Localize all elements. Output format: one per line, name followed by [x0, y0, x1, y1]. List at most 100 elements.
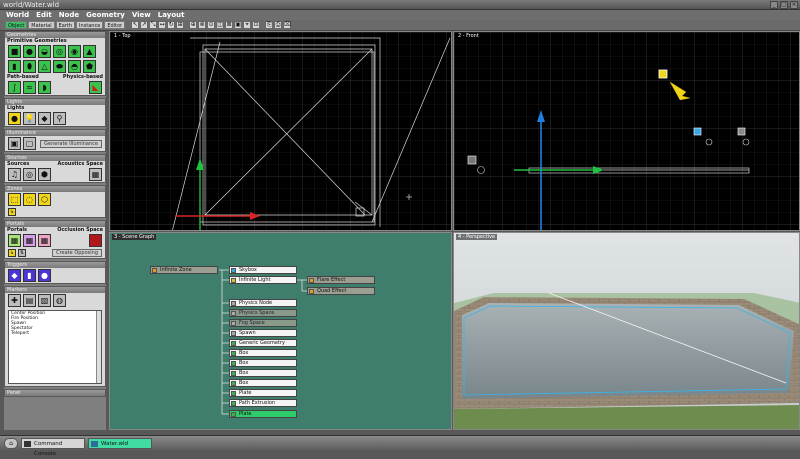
- menu-geometry[interactable]: Geometry: [86, 10, 125, 20]
- occlusion-space-icon[interactable]: [89, 234, 102, 247]
- cube-marker-icon[interactable]: ▧: [38, 294, 51, 307]
- ambient-source-icon[interactable]: ⬢: [38, 168, 51, 181]
- scene-node-root[interactable]: Infinite Zone: [150, 266, 218, 274]
- scene-node-spawn[interactable]: Spawn: [229, 329, 297, 337]
- top-viewport[interactable]: 1 - Top: [109, 31, 452, 231]
- scene-graph-viewport[interactable]: 3 - Scene Graph Infinite Zone Skybox Inf…: [109, 232, 452, 430]
- connection-marker-icon[interactable]: ▤: [23, 294, 36, 307]
- scene-node-physics-node[interactable]: Physics Node: [229, 299, 297, 307]
- scene-node-box[interactable]: Box: [229, 379, 297, 387]
- snap-icon[interactable]: ⊕: [189, 21, 198, 29]
- sphere-geometry-icon[interactable]: ●: [23, 45, 36, 58]
- box-icon[interactable]: ⊠: [225, 21, 234, 29]
- locator-marker-icon[interactable]: ✚: [8, 294, 21, 307]
- fill-icon[interactable]: ▣: [234, 21, 243, 29]
- spot-light-icon[interactable]: ⚲: [53, 112, 66, 125]
- polygon-zone-icon[interactable]: ⬡: [38, 193, 51, 206]
- path-sweep-icon[interactable]: ≈: [23, 81, 36, 94]
- tab-editor[interactable]: Editor: [104, 21, 126, 29]
- scene-node-path-extrusion[interactable]: Path Extrusion: [229, 399, 297, 407]
- maximize-icon[interactable]: □: [780, 1, 788, 9]
- cube-probe-icon[interactable]: ▣: [8, 137, 21, 150]
- remote-portal-icon[interactable]: ▦: [23, 234, 36, 247]
- tab-earth[interactable]: Earth: [55, 21, 76, 29]
- menu-node[interactable]: Node: [59, 10, 79, 20]
- portal-connect-icon[interactable]: ↳: [8, 249, 16, 257]
- generate-illuminance-button[interactable]: Generate Illuminance: [40, 139, 102, 148]
- menu-world[interactable]: World: [6, 10, 29, 20]
- minimize-icon[interactable]: _: [770, 1, 778, 9]
- move-tool-icon[interactable]: ↗: [140, 21, 149, 29]
- hemisphere-geometry-icon[interactable]: ◓: [68, 60, 81, 73]
- target-icon[interactable]: ⌖: [243, 21, 252, 29]
- tab-object[interactable]: Object: [5, 21, 28, 29]
- prism-geometry-icon[interactable]: ⬟: [83, 60, 96, 73]
- cancel-icon[interactable]: ⊗: [198, 21, 207, 29]
- grid-tool-icon[interactable]: ⊞: [176, 21, 185, 29]
- cylinder-trigger-icon[interactable]: ▮: [23, 269, 36, 282]
- water-geometry-icon[interactable]: ◣: [89, 81, 102, 94]
- menu-view[interactable]: View: [132, 10, 151, 20]
- scene-node-skybox[interactable]: Skybox: [229, 266, 297, 274]
- tube-geometry-icon[interactable]: ▮: [8, 60, 21, 73]
- menu-layout[interactable]: Layout: [158, 10, 185, 20]
- taskbar-item-water[interactable]: Water.wld: [88, 437, 152, 449]
- scene-node-plate-selected[interactable]: Plate: [229, 410, 297, 418]
- list-item[interactable]: Teleport: [9, 331, 101, 336]
- tab-material[interactable]: Material: [28, 21, 55, 29]
- select-tool-icon[interactable]: ↖: [131, 21, 140, 29]
- paste-icon[interactable]: ⎙: [274, 21, 283, 29]
- taskbar-item-command-console[interactable]: Command Console: [21, 437, 85, 457]
- delete-icon[interactable]: ⌧: [283, 21, 292, 29]
- scene-node-physics-space[interactable]: Physics Space: [229, 309, 297, 317]
- scene-node-infinite-light[interactable]: Infinite Light: [229, 276, 297, 284]
- cone-geometry-icon[interactable]: ▲: [83, 45, 96, 58]
- center-icon[interactable]: ⊙: [207, 21, 216, 29]
- box-geometry-icon[interactable]: ■: [8, 45, 21, 58]
- sphere-trigger-icon[interactable]: ●: [38, 269, 51, 282]
- rotate-tool-icon[interactable]: ↻: [167, 21, 176, 29]
- front-viewport[interactable]: 2 - Front: [453, 31, 800, 231]
- box-zone-icon[interactable]: ⬚: [8, 193, 21, 206]
- cube-light-icon[interactable]: ◆: [38, 112, 51, 125]
- zoom-icon[interactable]: ⊡: [252, 21, 261, 29]
- disk-geometry-icon[interactable]: ⬬: [53, 60, 66, 73]
- portal-flip-icon[interactable]: ⇅: [18, 249, 26, 257]
- infinite-light-icon[interactable]: ●: [8, 112, 21, 125]
- torus-geometry-icon[interactable]: ◎: [53, 45, 66, 58]
- acoustics-space-icon[interactable]: ▦: [89, 168, 102, 181]
- frame-icon[interactable]: ◫: [216, 21, 225, 29]
- path-extrusion-icon[interactable]: ∫: [8, 81, 21, 94]
- markers-list[interactable]: Center Position Fire Position Spawn Spec…: [8, 310, 102, 384]
- scene-node-flare-effect[interactable]: Flare Effect: [307, 276, 375, 284]
- stretch-tool-icon[interactable]: ↔: [158, 21, 167, 29]
- dome-geometry-icon[interactable]: ◒: [38, 45, 51, 58]
- occlusion-portal-icon[interactable]: ▦: [38, 234, 51, 247]
- bottom-panel-header[interactable]: Panel: [5, 390, 105, 396]
- menu-edit[interactable]: Edit: [36, 10, 52, 20]
- scene-node-box[interactable]: Box: [229, 359, 297, 367]
- point-light-icon[interactable]: 💡: [23, 112, 36, 125]
- cube-probe-alt-icon[interactable]: ▢: [23, 137, 36, 150]
- sound-source-icon[interactable]: ◎: [23, 168, 36, 181]
- start-button[interactable]: ⌂: [4, 437, 18, 449]
- pyramid-geometry-icon[interactable]: △: [38, 60, 51, 73]
- scale-tool-icon[interactable]: ⤡: [149, 21, 158, 29]
- cylinder-zone-icon[interactable]: ◌: [23, 193, 36, 206]
- capsule-geometry-icon[interactable]: ⬮: [23, 60, 36, 73]
- close-icon[interactable]: ×: [790, 1, 798, 9]
- scene-node-quad-effect[interactable]: Quad Effect: [307, 287, 375, 295]
- music-source-icon[interactable]: ♫: [8, 168, 21, 181]
- markers-scrollbar[interactable]: [96, 311, 101, 383]
- direct-portal-icon[interactable]: ▦: [8, 234, 21, 247]
- scene-node-fog-space[interactable]: Fog Space: [229, 319, 297, 327]
- scene-node-generic-geometry[interactable]: Generic Geometry: [229, 339, 297, 347]
- box-trigger-icon[interactable]: ◆: [8, 269, 21, 282]
- zone-connect-icon[interactable]: ↳: [8, 208, 16, 216]
- path-revolve-icon[interactable]: ◗: [38, 81, 51, 94]
- copy-icon[interactable]: ⎘: [265, 21, 274, 29]
- scene-node-box[interactable]: Box: [229, 369, 297, 377]
- shader-marker-icon[interactable]: ◍: [53, 294, 66, 307]
- perspective-viewport[interactable]: 4 - Perspective: [453, 232, 800, 430]
- create-opposing-button[interactable]: Create Opposing: [52, 249, 102, 257]
